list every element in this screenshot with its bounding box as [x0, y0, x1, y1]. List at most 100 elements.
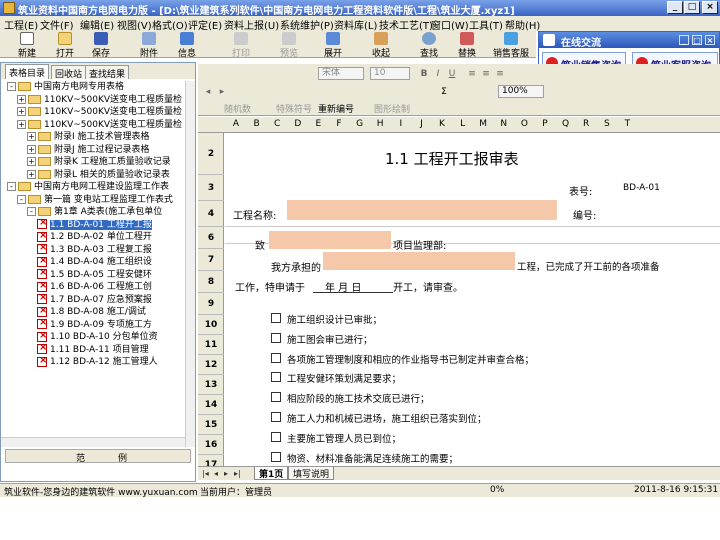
precondition-checkbox[interactable]	[271, 451, 281, 462]
row-header-cell[interactable]: 9	[198, 293, 224, 315]
row-header-cell[interactable]: 4	[198, 201, 224, 227]
arrow-left-icon[interactable]: ◂	[202, 86, 214, 98]
precondition-checkbox[interactable]	[271, 431, 281, 442]
last-sheet-icon[interactable]: ▸|	[234, 469, 241, 478]
row-header-cell[interactable]: 3	[198, 175, 224, 201]
expand-node-icon[interactable]: +	[17, 94, 26, 104]
row-header-cell[interactable]: 6	[198, 227, 224, 249]
close-button[interactable]: ×	[702, 1, 718, 14]
tree-folder-item[interactable]: + 附录J 施工过程记录表格	[27, 144, 150, 156]
italic-button[interactable]: I	[432, 68, 444, 80]
menu-report[interactable]: 资料上报(U)	[224, 17, 279, 32]
column-header-cell[interactable]: R	[578, 119, 594, 129]
precondition-checkbox[interactable]	[271, 352, 281, 363]
tree-form-item[interactable]: 1.10 BD-A-10 分包单位资	[37, 330, 158, 343]
menu-maintenance[interactable]: 系统维护(P)	[280, 17, 334, 32]
tree-form-item[interactable]: 1.11 BD-A-11 项目管理	[37, 342, 149, 356]
tree-folder-item[interactable]: + 附录L 相关的质量验收记录表	[27, 169, 170, 181]
column-header-cell[interactable]: K	[434, 119, 450, 129]
panel-close-button[interactable]: ×	[705, 35, 715, 45]
row-header-cell[interactable]: 11	[198, 335, 224, 355]
tree-folder-item[interactable]: - 第一篇 变电站工程监理工作表式	[17, 194, 173, 206]
draw-shape-button[interactable]: 图形绘制	[374, 102, 410, 115]
print-button[interactable]: 打印	[226, 31, 256, 59]
expand-node-icon[interactable]: +	[27, 169, 36, 179]
row-header-cell[interactable]: 2	[198, 133, 224, 175]
collapse-button[interactable]: 收起	[366, 31, 396, 59]
menu-edit[interactable]: 编辑(E)	[80, 17, 114, 32]
align-left-icon[interactable]: ≡	[466, 68, 478, 80]
collapse-node-icon[interactable]: -	[17, 194, 26, 204]
tab-fill-instructions[interactable]: 填写说明	[288, 467, 335, 480]
column-header-cell[interactable]: B	[249, 119, 265, 129]
expand-node-icon[interactable]: +	[27, 144, 36, 154]
align-center-icon[interactable]: ≡	[480, 68, 492, 80]
tree-folder-item[interactable]: +110KV~500KV送变电工程质量检	[17, 94, 182, 106]
column-header-cell[interactable]: J	[413, 119, 429, 129]
column-header-cell[interactable]: G	[352, 119, 368, 129]
panel-restore-button[interactable]: □	[692, 35, 702, 45]
project-name-field[interactable]	[287, 200, 557, 220]
tab-page-1[interactable]: 第1页	[254, 467, 289, 480]
tree-folder-item[interactable]: + 附录I 施工技术管理表格	[27, 131, 150, 143]
row-header-cell[interactable]: 12	[198, 355, 224, 375]
tree-form-item[interactable]: 1.1 BD-A-01 工程开工报	[37, 217, 152, 231]
menu-file[interactable]: 文件(F)	[40, 17, 74, 32]
precondition-checkbox[interactable]	[271, 372, 281, 383]
project-field[interactable]	[323, 252, 515, 270]
row-header-cell[interactable]: 7	[198, 249, 224, 271]
arrow-right-icon[interactable]: ▸	[216, 86, 228, 98]
column-header-cell[interactable]: D	[290, 119, 306, 129]
zoom-select[interactable]: 100%	[498, 85, 544, 98]
renumber-button[interactable]: 重新编号	[318, 102, 354, 115]
info-button[interactable]: 信息	[172, 31, 202, 59]
expand-node-icon[interactable]: +	[17, 107, 26, 116]
tree-vertical-scrollbar[interactable]	[185, 81, 195, 447]
expand-node-icon[interactable]: +	[17, 119, 26, 129]
attach-button[interactable]: 附件	[134, 31, 164, 59]
menu-technique[interactable]: 技术工艺(T)	[379, 17, 433, 32]
precondition-checkbox[interactable]	[271, 332, 281, 343]
row-header-cell[interactable]: 17	[198, 455, 224, 466]
tree-horizontal-scrollbar[interactable]	[1, 437, 185, 447]
tree-form-item[interactable]: 1.5 BD-A-05 工程安健环	[37, 267, 152, 281]
tree-form-item[interactable]: 1.2 BD-A-02 单位工程开	[37, 230, 152, 243]
sum-icon[interactable]: Σ	[438, 86, 450, 98]
collapse-node-icon[interactable]: -	[27, 207, 36, 216]
replace-button[interactable]: 替换	[452, 31, 482, 59]
menu-window[interactable]: 窗口(W)	[431, 17, 469, 32]
row-header-cell[interactable]: 16	[198, 435, 224, 455]
column-header-cell[interactable]: T	[619, 119, 635, 129]
row-header-cell[interactable]: 10	[198, 315, 224, 335]
column-header-cell[interactable]: Q	[558, 119, 574, 129]
column-header-cell[interactable]: M	[475, 119, 491, 129]
tab-search-results[interactable]: 查找结果	[85, 65, 130, 80]
tree-form-item[interactable]: 1.3 BD-A-03 工程复工报	[37, 242, 152, 256]
next-sheet-icon[interactable]: ▸	[224, 469, 228, 478]
panel-minimize-button[interactable]: _	[679, 35, 689, 45]
expand-node-icon[interactable]: +	[27, 157, 36, 166]
column-header-cell[interactable]: F	[331, 119, 347, 129]
tab-recycle-bin[interactable]: 回收站	[51, 65, 87, 80]
menu-tools[interactable]: 工具(T)	[469, 17, 503, 32]
tree-folder-item[interactable]: - 中国南方电网工程建设监理工作表	[7, 181, 169, 193]
column-header-cell[interactable]: O	[516, 119, 532, 129]
expand-node-icon[interactable]: +	[27, 132, 36, 141]
precondition-checkbox[interactable]	[271, 412, 281, 422]
tree-form-item[interactable]: 1.9 BD-A-09 专项施工方	[37, 317, 152, 331]
collapse-node-icon[interactable]: -	[7, 82, 16, 91]
bold-button[interactable]: B	[418, 68, 430, 80]
column-header-cell[interactable]: N	[496, 119, 512, 129]
column-header-cell[interactable]: E	[310, 119, 326, 129]
expand-button[interactable]: 展开	[318, 31, 348, 59]
prev-sheet-icon[interactable]: ◂	[214, 469, 218, 478]
tree-form-item[interactable]: 1.7 BD-A-07 应急预案报	[37, 292, 152, 306]
supervisor-field[interactable]	[269, 231, 391, 249]
tree-folder-item[interactable]: - 中国南方电网专用表格	[7, 81, 124, 93]
menu-evaluate[interactable]: 评定(E)	[188, 17, 222, 32]
preview-button[interactable]: 预览	[274, 31, 304, 59]
column-header-cell[interactable]: A	[228, 119, 244, 129]
column-header-cell[interactable]: L	[455, 119, 471, 129]
menu-view[interactable]: 视图(V)	[117, 17, 152, 32]
collapse-node-icon[interactable]: -	[7, 182, 16, 191]
